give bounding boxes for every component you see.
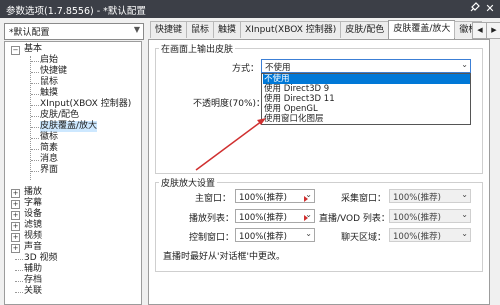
panel-scrollbar[interactable] [491,39,500,305]
annotation-arrow-icon [195,118,266,171]
